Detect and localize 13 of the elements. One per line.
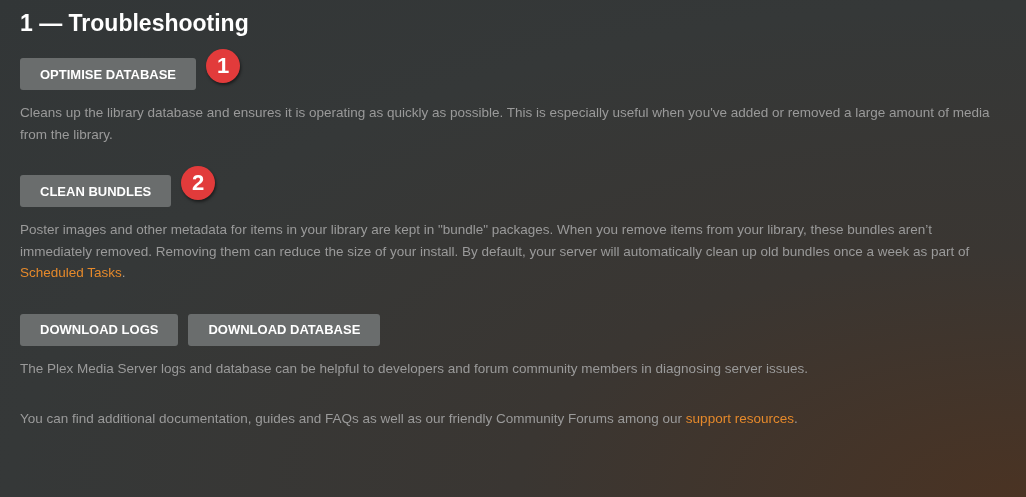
link[interactable]: support resources (685, 411, 794, 426)
action-button[interactable]: CLEAN BUNDLES (20, 175, 172, 207)
action-button[interactable]: OPTIMISE DATABASE (20, 58, 197, 90)
description-text: The Plex Media Server logs and database can be helpful to developers and forum community members in diagnosing server issues. (20, 359, 809, 378)
action-button[interactable]: DOWNLOAD DATABASE (188, 313, 381, 346)
link[interactable]: Scheduled Tasks (20, 265, 122, 280)
step-number-badge: 1 (206, 49, 241, 83)
step-number-badge: 2 (181, 166, 216, 200)
page-title: 1 — Troubleshooting (20, 9, 250, 38)
description-text: Cleans up the library database and ensures it is operating as quickly as possible. This is especially useful when you've added or removed a large amount of media from the library. (20, 104, 991, 144)
description-text: Poster images and other metadata for items in your library are kept in "bundle" packages. When you remove items from your library, these bundles aren’t immediately removed. Removing them can reduce the size of your install. By default, your server will automatically clean up old bundles once a week as part of Scheduled Tasks. (20, 221, 971, 282)
footer-text: You can find additional documentation, guides and FAQs as well as our friendly Community Forums among our support resources. (20, 410, 799, 428)
action-button[interactable]: DOWNLOAD LOGS (20, 313, 179, 346)
